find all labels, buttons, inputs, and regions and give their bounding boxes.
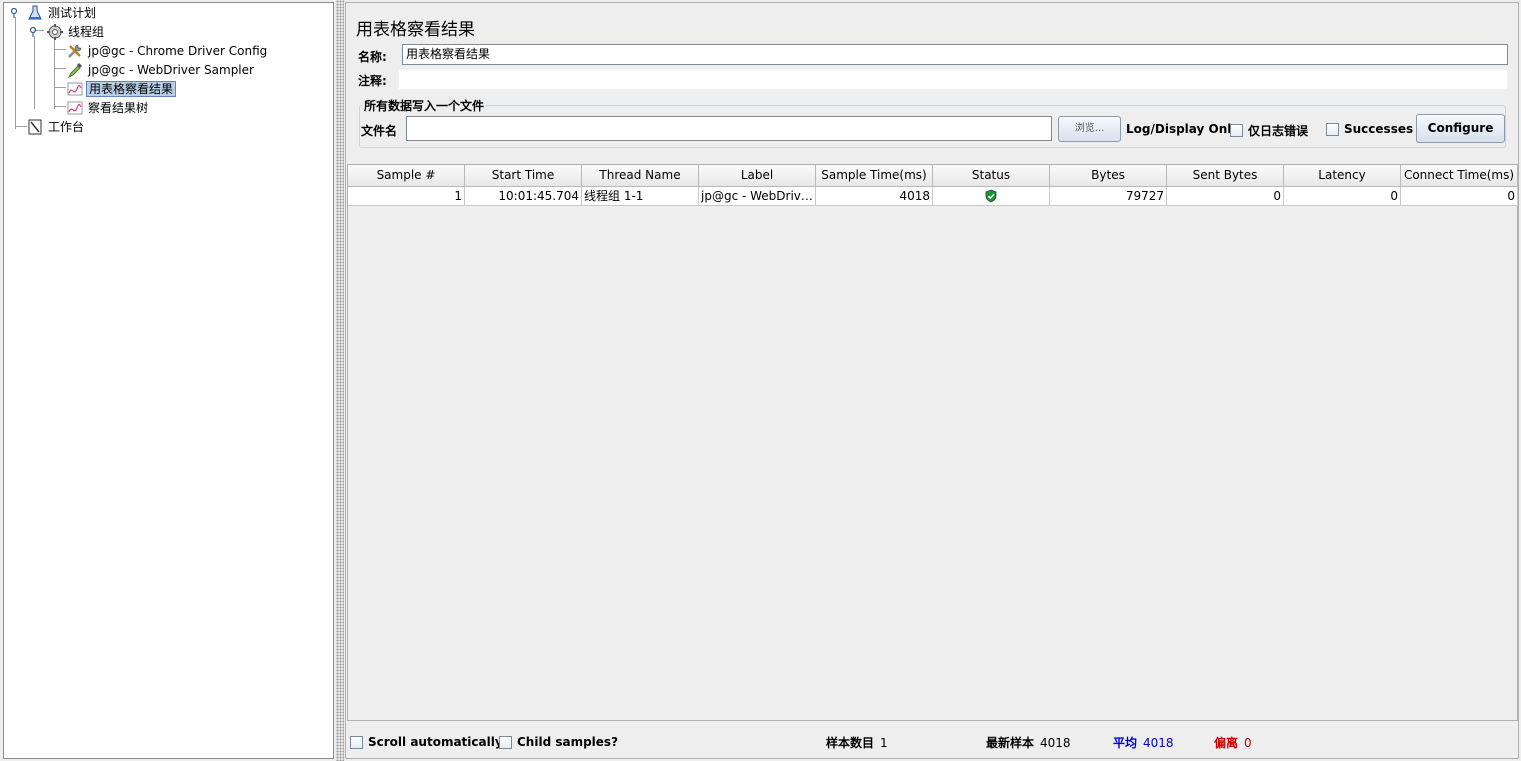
tree-line — [54, 106, 66, 107]
sample-count-label: 样本数目 — [826, 736, 875, 750]
tree-item-workbench[interactable]: 工作台 — [26, 118, 86, 136]
workbench-icon — [26, 118, 44, 136]
split-pane-divider[interactable] — [336, 0, 344, 761]
test-plan-tree: 测试计划 线程组 jp@gc - Chrome Driver Config jp… — [3, 2, 334, 759]
average-label: 平均 — [1113, 736, 1138, 750]
success-shield-icon — [985, 189, 997, 203]
cell-label: jp@gc - WebDriver ... — [699, 187, 816, 206]
column-header[interactable]: Label — [699, 165, 816, 187]
tree-item-results-tree[interactable]: 察看结果树 — [66, 99, 150, 117]
scroll-automatically-checkbox[interactable]: Scroll automatically? — [350, 735, 510, 749]
tree-item-table-results[interactable]: 用表格察看结果 — [66, 80, 177, 98]
successes-label: Successes — [1344, 122, 1414, 136]
column-header[interactable]: Connect Time(ms) — [1401, 165, 1518, 187]
tree-item-chrome-driver-config[interactable]: jp@gc - Chrome Driver Config — [66, 42, 269, 60]
tree-item-label: 工作台 — [48, 120, 85, 134]
tree-item-label: 线程组 — [68, 25, 105, 39]
name-label: 名称: — [358, 50, 387, 64]
table-header: Sample # Start Time Thread Name Label Sa… — [348, 165, 1518, 187]
cell-latency: 0 — [1284, 187, 1401, 206]
column-header[interactable]: Sent Bytes — [1167, 165, 1284, 187]
jmeter-window: 测试计划 线程组 jp@gc - Chrome Driver Config jp… — [0, 0, 1521, 761]
configure-button[interactable]: Configure — [1416, 114, 1505, 143]
tree-item-label: 测试计划 — [48, 6, 97, 20]
errors-only-label: 仅日志错误 — [1248, 124, 1309, 138]
comment-field[interactable] — [398, 69, 1508, 90]
checkbox-box[interactable] — [1326, 122, 1339, 136]
tree-item-label: 用表格察看结果 — [86, 81, 177, 97]
column-header[interactable]: Thread Name — [582, 165, 699, 187]
column-header[interactable]: Sample # — [348, 165, 465, 187]
errors-only-checkbox[interactable]: 仅日志错误 — [1230, 122, 1308, 139]
cell-thread-name: 线程组 1-1 — [582, 187, 699, 206]
file-output-group-title: 所有数据写入一个文件 — [362, 97, 487, 114]
child-samples-checkbox[interactable]: Child samples? — [499, 735, 618, 749]
panel-title: 用表格察看结果 — [356, 20, 475, 40]
column-header[interactable]: Sample Time(ms) — [816, 165, 933, 187]
browse-button[interactable]: 浏览... — [1058, 116, 1121, 142]
checkbox-box[interactable] — [350, 735, 363, 749]
tree-item-label: jp@gc - Chrome Driver Config — [88, 44, 268, 58]
tree-line — [54, 68, 66, 69]
tree-line — [54, 49, 66, 50]
cell-start-time: 10:01:45.704 — [465, 187, 582, 206]
tree-item-label: jp@gc - WebDriver Sampler — [88, 63, 254, 77]
latest-sample-value: 4018 — [1040, 735, 1071, 750]
gear-icon — [46, 23, 64, 41]
log-display-label: Log/Display Only: — [1126, 122, 1244, 136]
column-header[interactable]: Bytes — [1050, 165, 1167, 187]
tree-item-test-plan[interactable]: 测试计划 — [26, 4, 98, 22]
flask-icon — [26, 4, 44, 22]
latest-sample-stat: 最新样本 4018 — [986, 734, 1071, 751]
deviation-label: 偏离 — [1214, 736, 1239, 750]
deviation-stat: 偏离 0 — [1214, 734, 1252, 751]
tree-line — [54, 36, 55, 109]
sample-count-stat: 样本数目 1 — [826, 734, 888, 751]
child-samples-label: Child samples? — [517, 735, 619, 749]
table-row[interactable]: 1 10:01:45.704 线程组 1-1 jp@gc - WebDriver… — [348, 187, 1518, 206]
filename-label: 文件名 — [361, 124, 398, 138]
average-value: 4018 — [1143, 735, 1174, 750]
deviation-value: 0 — [1244, 735, 1252, 750]
scroll-automatically-label: Scroll automatically? — [368, 735, 510, 749]
collapse-toggle-icon[interactable] — [10, 7, 18, 18]
tree-line — [15, 17, 16, 129]
tree-item-webdriver-sampler[interactable]: jp@gc - WebDriver Sampler — [66, 61, 256, 79]
tree-line — [54, 87, 66, 88]
pipette-icon — [66, 61, 84, 79]
wrench-screwdriver-icon — [66, 42, 84, 60]
latest-sample-label: 最新样本 — [986, 736, 1035, 750]
column-header[interactable]: Start Time — [465, 165, 582, 187]
cell-sample-number: 1 — [348, 187, 465, 206]
checkbox-box[interactable] — [1230, 124, 1243, 137]
cell-sent-bytes: 0 — [1167, 187, 1284, 206]
name-field[interactable]: 用表格察看结果 — [402, 44, 1508, 65]
cell-status — [933, 187, 1050, 206]
column-header[interactable]: Status — [933, 165, 1050, 187]
sample-count-value: 1 — [880, 735, 888, 750]
results-table: Sample # Start Time Thread Name Label Sa… — [347, 164, 1518, 721]
tree-item-thread-group[interactable]: 线程组 — [46, 23, 106, 41]
comment-label: 注释: — [358, 74, 387, 88]
collapse-toggle-icon[interactable] — [29, 26, 37, 37]
column-header[interactable]: Latency — [1284, 165, 1401, 187]
results-table-panel: 用表格察看结果 名称: 用表格察看结果 注释: 所有数据写入一个文件 文件名 浏… — [345, 2, 1519, 759]
graph-icon — [66, 80, 84, 98]
tree-line — [34, 36, 35, 109]
cell-bytes: 79727 — [1050, 187, 1167, 206]
cell-connect-time: 0 — [1401, 187, 1518, 206]
cell-sample-time: 4018 — [816, 187, 933, 206]
filename-input[interactable] — [406, 116, 1052, 141]
tree-item-label: 察看结果树 — [88, 101, 149, 115]
checkbox-box[interactable] — [499, 735, 512, 749]
average-stat: 平均 4018 — [1113, 734, 1174, 751]
graph-icon — [66, 99, 84, 117]
successes-checkbox[interactable]: Successes — [1326, 122, 1413, 136]
